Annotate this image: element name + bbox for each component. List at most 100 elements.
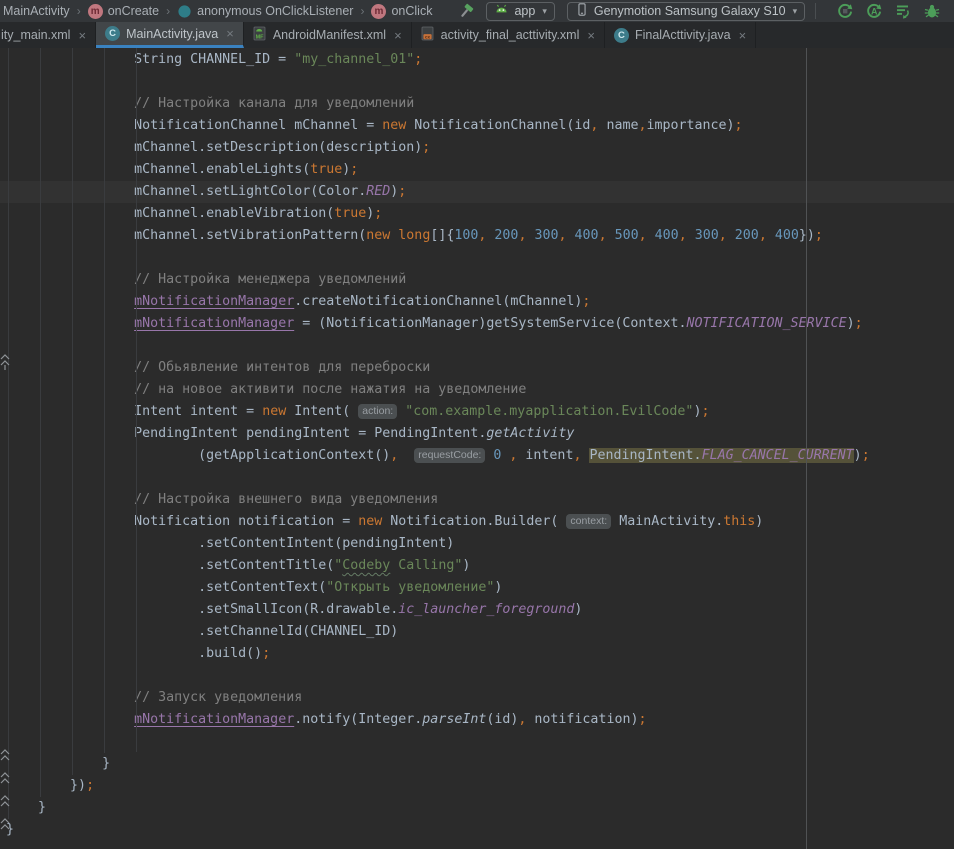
tab-activity-main-xml[interactable]: ity_main.xml × [0, 22, 96, 48]
xml-layout-file-icon: cx [421, 26, 435, 44]
code-line[interactable]: mChannel.setDescription(description); [0, 137, 954, 159]
close-icon[interactable]: × [739, 28, 747, 43]
breadcrumb-bar: MainActivity › m onCreate › anonymous On… [0, 0, 954, 22]
breadcrumb-label: anonymous OnClickListener [197, 4, 353, 18]
fold-marker-icon[interactable] [0, 748, 10, 768]
device-selector[interactable]: Genymotion Samsung Galaxy S10 ▾ [567, 2, 805, 21]
device-label: Genymotion Samsung Galaxy S10 [594, 4, 786, 18]
fold-marker-icon[interactable] [0, 771, 10, 791]
code-line[interactable]: // Обьявление интентов для переброски [0, 357, 954, 379]
code-line[interactable]: Intent intent = new Intent( action: "com… [0, 401, 954, 423]
code-line[interactable]: mChannel.enableVibration(true); [0, 203, 954, 225]
apply-code-changes-icon[interactable]: A [866, 3, 882, 19]
tab-androidmanifest-xml[interactable]: MF AndroidManifest.xml × [244, 22, 412, 48]
code-editor[interactable]: String CHANNEL_ID = "my_channel_01"; // … [0, 48, 954, 849]
svg-text:A: A [871, 7, 878, 17]
phone-icon [575, 2, 589, 20]
code-line[interactable]: // Настройка канала для уведомлений [0, 93, 954, 115]
chevron-down-icon: ▾ [542, 6, 547, 17]
code-line[interactable] [0, 665, 954, 687]
run-config-label: app [514, 4, 535, 18]
tab-label: FinalActtivity.java [635, 28, 731, 42]
code-line[interactable]: } [0, 819, 954, 841]
code-line[interactable]: mNotificationManager.createNotificationC… [0, 291, 954, 313]
code-line[interactable] [0, 71, 954, 93]
apply-changes-icon[interactable] [837, 3, 853, 19]
breadcrumb-label: onClick [391, 4, 432, 18]
java-class-icon: C [614, 28, 629, 43]
code-line[interactable]: // Настройка менеджера уведомлений [0, 269, 954, 291]
code-line[interactable]: .setSmallIcon(R.drawable.ic_launcher_for… [0, 599, 954, 621]
manifest-file-icon: MF [253, 26, 267, 44]
code-line[interactable]: .setContentText("Открыть уведомление") [0, 577, 954, 599]
chevron-down-icon: ▾ [793, 6, 798, 17]
right-margin-guide [806, 48, 807, 849]
tab-label: AndroidManifest.xml [273, 28, 386, 42]
chevron-right-icon: › [77, 4, 81, 18]
code-line[interactable]: // на новое активити после нажатия на ув… [0, 379, 954, 401]
code-line[interactable]: mNotificationManager = (NotificationMana… [0, 313, 954, 335]
java-class-icon: C [105, 26, 120, 41]
code-line[interactable]: Notification notification = new Notifica… [0, 511, 954, 533]
tab-finalactivity-java[interactable]: C FinalActtivity.java × [605, 22, 756, 48]
code-line[interactable]: // Запуск уведомления [0, 687, 954, 709]
anonymous-class-icon [177, 4, 192, 19]
method-icon: m [88, 4, 103, 19]
indent-guide [72, 48, 73, 775]
breadcrumb-item-class[interactable]: MainActivity [3, 4, 70, 18]
fold-marker-icon[interactable] [0, 817, 10, 837]
code-line[interactable] [0, 467, 954, 489]
code-line[interactable]: (getApplicationContext(), requestCode: 0… [0, 445, 954, 467]
tab-mainactivity-java[interactable]: C MainActivity.java × [96, 22, 244, 48]
code-line[interactable]: } [0, 797, 954, 819]
close-icon[interactable]: × [587, 28, 595, 43]
code-line[interactable]: mChannel.setLightColor(Color.RED); [0, 181, 954, 203]
tab-label: ity_main.xml [1, 28, 70, 42]
run-config-selector[interactable]: app ▾ [486, 2, 554, 21]
code-line[interactable]: } [0, 753, 954, 775]
breadcrumb-item-onclick[interactable]: m onClick [371, 4, 432, 19]
code-line[interactable]: PendingIntent pendingIntent = PendingInt… [0, 423, 954, 445]
code-line[interactable]: String CHANNEL_ID = "my_channel_01"; [0, 49, 954, 71]
breadcrumb-item-oncreate[interactable]: m onCreate [88, 4, 159, 19]
toolbar-separator [815, 3, 816, 19]
code-line[interactable]: .setContentIntent(pendingIntent) [0, 533, 954, 555]
code-line[interactable]: }); [0, 775, 954, 797]
svg-text:MF: MF [255, 35, 264, 41]
tab-label: activity_final_acttivity.xml [441, 28, 580, 42]
run-toolbar: A [805, 3, 954, 19]
svg-text:cx: cx [425, 35, 431, 40]
code-line[interactable]: .setChannelId(CHANNEL_ID) [0, 621, 954, 643]
indent-guide [40, 48, 41, 797]
code-line[interactable]: .build(); [0, 643, 954, 665]
chevron-right-icon: › [166, 4, 170, 18]
debug-bug-icon[interactable] [924, 3, 940, 19]
breadcrumb-item-anonymous-listener[interactable]: anonymous OnClickListener [177, 4, 353, 19]
method-icon: m [371, 4, 386, 19]
chevron-right-icon: › [360, 4, 364, 18]
code-line[interactable]: // Настройка внешнего вида уведомления [0, 489, 954, 511]
code-line[interactable] [0, 335, 954, 357]
close-icon[interactable]: × [226, 26, 234, 41]
code-line[interactable]: mChannel.enableLights(true); [0, 159, 954, 181]
breadcrumb-label: onCreate [108, 4, 159, 18]
profiler-lines-icon[interactable] [895, 3, 911, 19]
indent-guide [104, 48, 105, 753]
code-line[interactable]: mNotificationManager.notify(Integer.pars… [0, 709, 954, 731]
fold-marker-icon[interactable] [0, 794, 10, 814]
android-icon [494, 2, 509, 20]
code-line[interactable]: mChannel.setVibrationPattern(new long[]{… [0, 225, 954, 247]
close-icon[interactable]: × [394, 28, 402, 43]
tab-activity-final-xml[interactable]: cx activity_final_acttivity.xml × [412, 22, 605, 48]
indent-guide [8, 48, 9, 819]
code-line[interactable] [0, 247, 954, 269]
code-line[interactable]: NotificationChannel mChannel = new Notif… [0, 115, 954, 137]
fold-marker-icon[interactable] [0, 354, 10, 376]
editor-tab-bar: ity_main.xml × C MainActivity.java × MF … [0, 22, 954, 48]
indent-guide [136, 48, 137, 752]
code-line[interactable]: .setContentTitle("Codeby Calling") [0, 555, 954, 577]
code-area: String CHANNEL_ID = "my_channel_01"; // … [0, 49, 954, 841]
code-line[interactable] [0, 731, 954, 753]
build-hammer-icon[interactable] [458, 3, 474, 19]
close-icon[interactable]: × [78, 28, 86, 43]
